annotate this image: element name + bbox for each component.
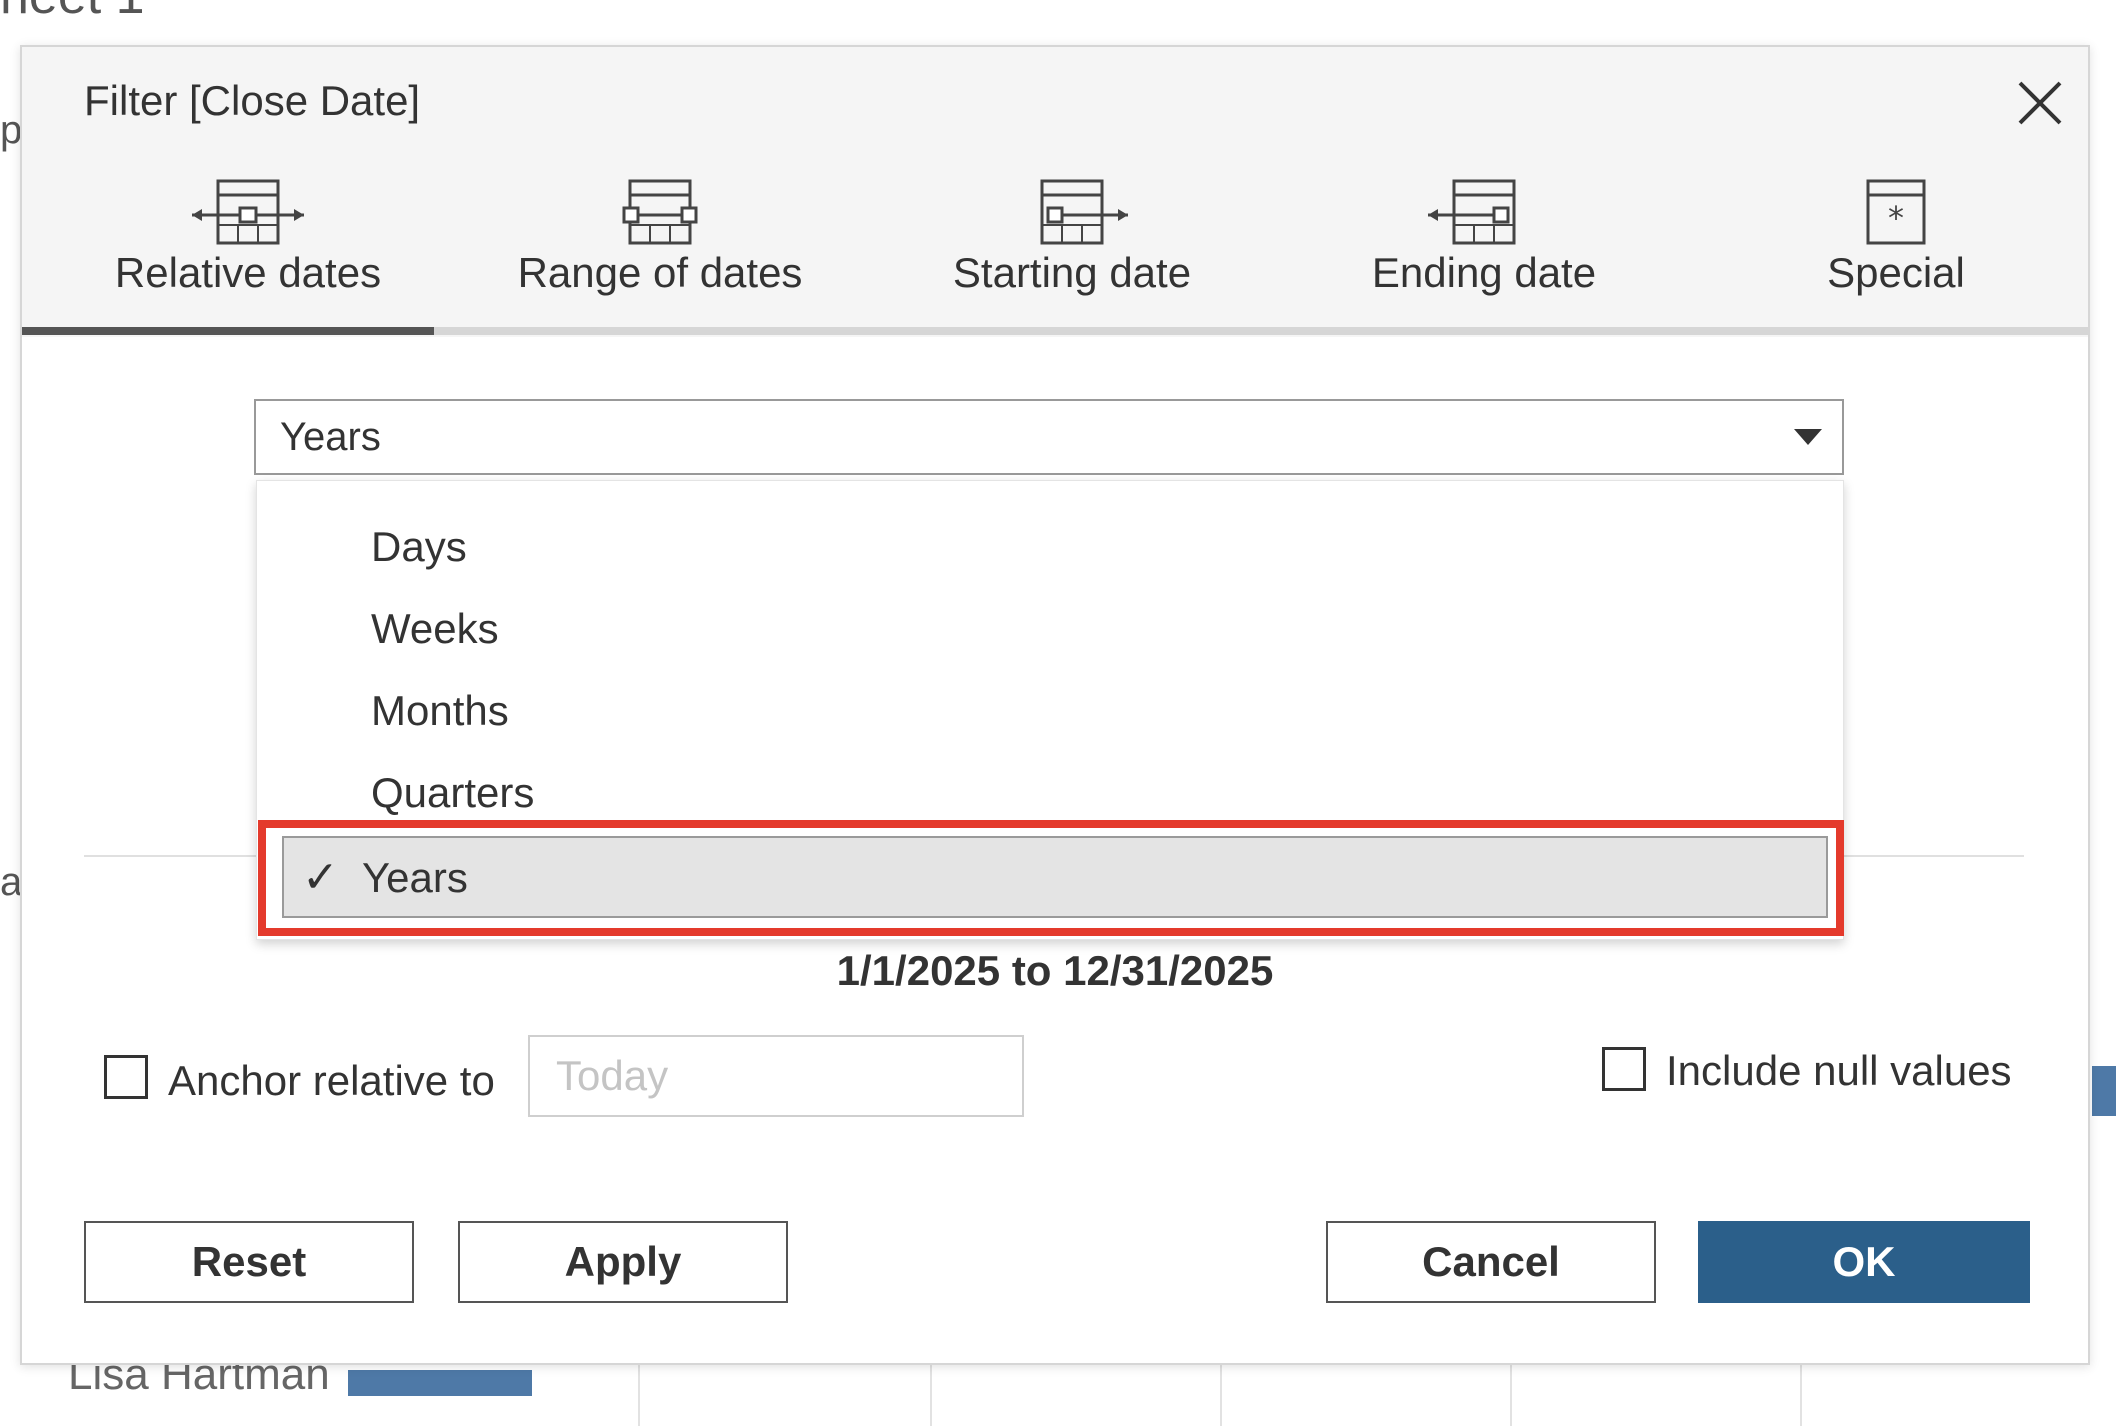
date-range-summary: 1/1/2025 to 12/31/2025 — [836, 947, 1274, 994]
anchor-checkbox[interactable] — [104, 1055, 148, 1099]
chevron-down-icon — [1794, 429, 1822, 445]
background-sheet-title: heet 1 — [0, 0, 145, 26]
include-null-checkbox[interactable] — [1602, 1047, 1646, 1091]
tab-starting-date[interactable]: Starting date — [866, 177, 1278, 337]
background-bar — [2092, 1066, 2116, 1116]
range-of-dates-icon — [622, 179, 698, 245]
tab-label: Relative dates — [114, 249, 382, 296]
include-null-label: Include null values — [1666, 1047, 2012, 1094]
reset-button[interactable]: Reset — [84, 1221, 414, 1303]
option-days[interactable]: Days — [267, 505, 1827, 587]
tab-relative-dates[interactable]: Relative dates — [42, 177, 454, 337]
option-label: Weeks — [371, 605, 499, 652]
option-label: Months — [371, 687, 509, 734]
background-fragment: a — [0, 860, 23, 904]
background-gridline — [1510, 1360, 1512, 1426]
ending-date-icon — [1428, 179, 1516, 245]
background-gridline — [638, 1360, 640, 1426]
option-months[interactable]: Months — [267, 669, 1827, 751]
tab-label: Special — [1827, 249, 1965, 296]
option-label: Quarters — [371, 769, 535, 816]
cancel-button[interactable]: Cancel — [1326, 1221, 1656, 1303]
tab-label: Ending date — [1371, 249, 1597, 296]
option-label: Days — [371, 523, 467, 570]
special-icon: * — [1866, 179, 1926, 245]
background-gridline — [930, 1360, 932, 1426]
background-gridline — [1220, 1360, 1222, 1426]
tab-range-of-dates[interactable]: Range of dates — [454, 177, 866, 337]
dialog-title: Filter [Close Date] — [84, 77, 421, 124]
period-select-value: Years — [280, 415, 381, 459]
option-weeks[interactable]: Weeks — [267, 587, 1827, 669]
close-icon[interactable] — [2012, 75, 2068, 131]
background-bar — [348, 1370, 532, 1396]
background-footer — [0, 1396, 2116, 1426]
tab-label: Range of dates — [517, 249, 803, 296]
tab-ending-date[interactable]: Ending date — [1278, 177, 1690, 337]
background-header — [0, 0, 2116, 30]
background-fragment: p — [0, 108, 23, 152]
period-select[interactable]: Years — [254, 399, 1844, 475]
svg-text:*: * — [1888, 199, 1904, 237]
starting-date-icon — [1040, 179, 1128, 245]
tab-label: Starting date — [952, 249, 1192, 296]
relative-dates-icon — [192, 179, 304, 245]
active-tab-indicator — [22, 327, 434, 335]
anchor-label: Anchor relative to — [168, 1057, 495, 1104]
tab-special[interactable]: * Special — [1690, 177, 2102, 337]
anchor-date-input[interactable] — [528, 1035, 1024, 1117]
apply-button[interactable]: Apply — [458, 1221, 788, 1303]
ok-button[interactable]: OK — [1698, 1221, 2030, 1303]
background-gridline — [1800, 1360, 1802, 1426]
selection-highlight — [258, 820, 1844, 936]
